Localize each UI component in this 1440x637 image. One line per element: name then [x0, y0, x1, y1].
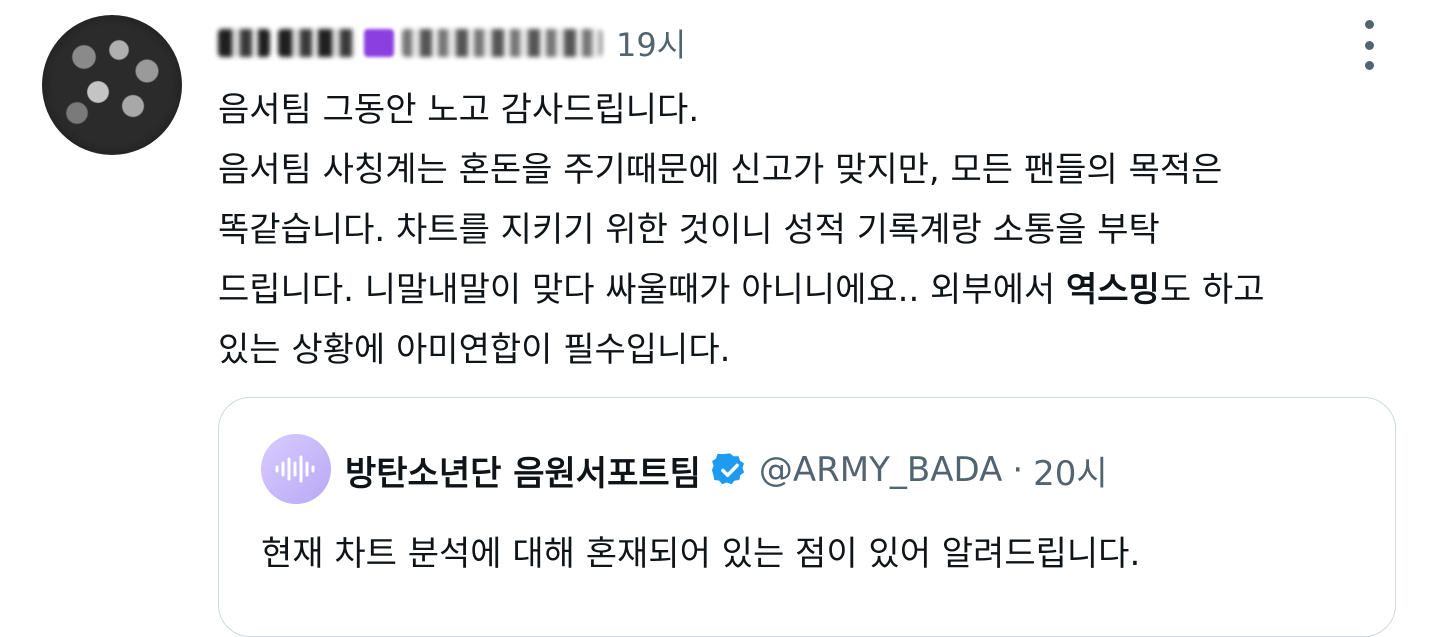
more-vertical-icon[interactable] — [1354, 20, 1384, 70]
audio-waveform-icon — [275, 455, 315, 483]
quoted-author-avatar[interactable] — [261, 434, 331, 504]
tweet-line-text: 도 하고 — [1159, 270, 1265, 310]
tweet-text: 음서팀 그동안 노고 감사드립니다. 음서팀 사칭계는 혼돈을 주기때문에 신고… — [218, 80, 1408, 380]
quoted-tweet-header: 방탄소년단 음원서포트팀 @ARMY_BADA · 20시 — [345, 444, 1108, 496]
tweet-line: 음서팀 그동안 노고 감사드립니다. — [218, 90, 700, 130]
quoted-tweet-card[interactable]: 방탄소년단 음원서포트팀 @ARMY_BADA · 20시 현재 차트 분석에 … — [218, 397, 1396, 637]
blurred-display-name-part[interactable] — [278, 29, 356, 57]
bold-keyword: 역스밍 — [1066, 270, 1160, 310]
tweet-line-text: 드립니다. 니말내말이 맞다 싸울때가 아니니에요.. 외부에서 — [218, 270, 1066, 310]
tweet-line: 있는 상황에 아미연합이 필수입니다. — [218, 330, 731, 370]
quoted-tweet-text: 현재 차트 분석에 대해 혼재되어 있는 점이 있어 알려드립니다. — [261, 534, 1141, 574]
tweet-line: 음서팀 사칭계는 혼돈을 주기때문에 신고가 맞지만, 모든 팬들의 목적은 — [218, 150, 1223, 190]
tweet-time[interactable]: 19시 — [616, 20, 686, 66]
tweet-line: 드립니다. 니말내말이 맞다 싸울때가 아니니에요.. 외부에서 역스밍도 하고 — [218, 260, 1408, 320]
blurred-display-name[interactable] — [218, 29, 270, 57]
verified-badge-icon[interactable] — [711, 451, 749, 489]
blurred-handle[interactable] — [402, 29, 602, 57]
separator: · — [1012, 450, 1024, 490]
tweet-header: 19시 — [218, 18, 686, 68]
quoted-display-name[interactable]: 방탄소년단 음원서포트팀 — [345, 446, 701, 495]
blurred-emoji — [364, 29, 394, 57]
author-avatar[interactable] — [42, 15, 182, 155]
quoted-handle[interactable]: @ARMY_BADA — [759, 450, 1002, 490]
quoted-time[interactable]: 20시 — [1033, 446, 1108, 495]
tweet-line: 똑같습니다. 차트를 지키기 위한 것이니 성적 기록계랑 소통을 부탁 — [218, 210, 1160, 250]
